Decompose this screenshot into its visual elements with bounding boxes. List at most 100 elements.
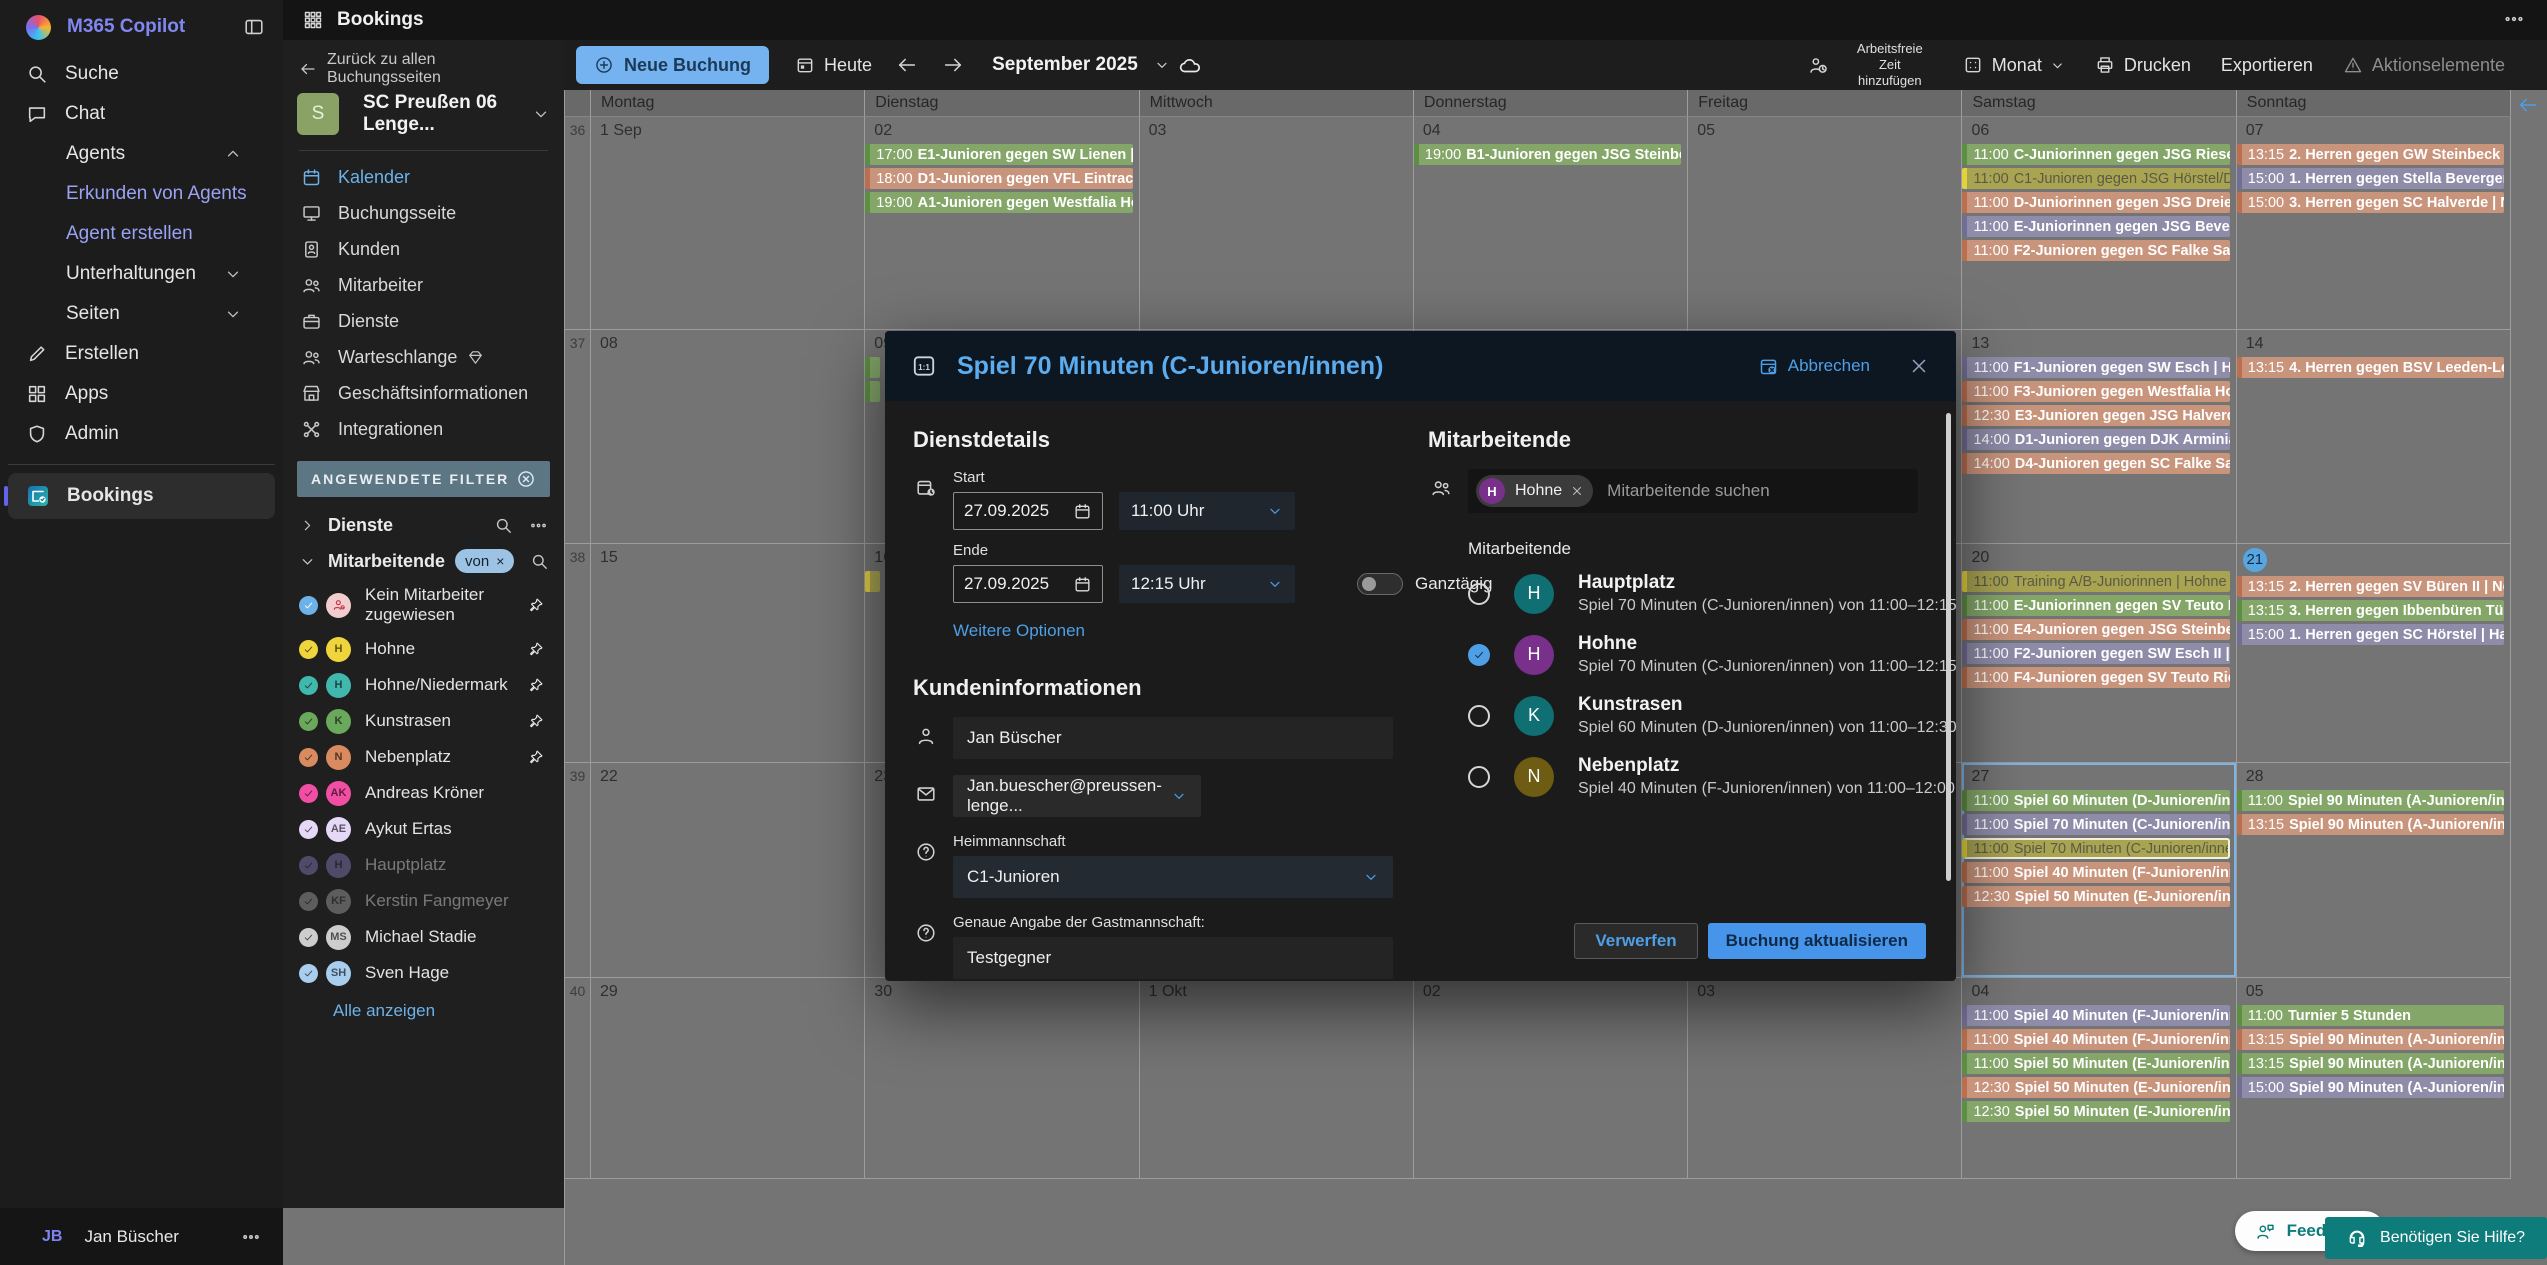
user-bar[interactable]: JB Jan Büscher (0, 1208, 283, 1265)
chevron-down-icon[interactable] (1154, 57, 1170, 73)
panel-nav-dienste[interactable]: Dienste (283, 303, 564, 339)
user-menu-icon[interactable] (241, 1227, 261, 1247)
calendar-event[interactable]: 11:00 Spiel 90 Minuten (A-Junioren/innen … (2236, 790, 2505, 811)
help-button[interactable]: Benötigen Sie Hilfe? (2325, 1217, 2547, 1259)
radio-selected[interactable] (1468, 643, 1490, 666)
staff-filter-item[interactable]: AE Aykut Ertas (283, 811, 564, 847)
calendar-day-cell[interactable]: 28 11:00 Spiel 90 Minuten (A-Junioren/inne… (2236, 763, 2512, 978)
panel-nav-integrationen[interactable]: Integrationen (283, 411, 564, 447)
calendar-event[interactable]: 13:15Spiel 90 Minuten (A-Junioren/innen … (2236, 1053, 2505, 1074)
radio[interactable] (1468, 765, 1490, 788)
calendar-event[interactable]: 11:00E4-Junioren gegen JSG Steinbeck/Uff… (1962, 619, 2230, 640)
check-icon[interactable] (299, 711, 318, 731)
back-link[interactable]: Zurück zu allen Buchungsseiten (283, 51, 564, 86)
staff-filter-item[interactable]: ? Kein Mitarbeiter zugewiesen (283, 579, 564, 631)
check-icon[interactable] (299, 963, 318, 983)
calendar-day-cell[interactable]: 2711:00Spiel 60 Minuten (D-Junioren/inne… (1962, 763, 2237, 978)
show-all-link[interactable]: Alle anzeigen (283, 991, 564, 1021)
calendar-event[interactable]: 15:003. Herren gegen SC Halverde | Neben… (2236, 192, 2505, 213)
staff-filter-item[interactable]: AK Andreas Kröner (283, 775, 564, 811)
customer-email-select[interactable]: Jan.buescher@preussen-lenge... (953, 775, 1201, 817)
sidebar-item-agent-erstellen[interactable]: Agent erstellen (0, 214, 283, 254)
end-date-input[interactable]: 27.09.2025 (953, 565, 1103, 603)
sidebar-item-suche[interactable]: Suche (0, 54, 283, 94)
calendar-event[interactable]: 12:30Spiel 50 Minuten (E-Junioren/innen) (1962, 886, 2230, 907)
calendar-event[interactable]: 18:00D1-Junioren gegen VFL Eintracht Met… (865, 168, 1133, 189)
calendar-day-cell[interactable]: 04 19:00B1-Junioren gegen JSG Steinbeck/U… (1413, 117, 1689, 330)
staff-filter-item[interactable]: H Hauptplatz (283, 847, 564, 883)
search-icon[interactable] (494, 516, 513, 535)
calendar-event[interactable]: 11:00 Turnier 5 Stunden (2236, 1005, 2505, 1026)
panel-toggle-icon[interactable] (243, 16, 265, 38)
calendar-event[interactable]: 12:30E3-Junioren gegen JSG Halverde/Scha… (1962, 405, 2230, 426)
calendar-event[interactable]: 12:30Spiel 50 Minuten (E-Junioren/innen) (1962, 1101, 2230, 1122)
close-icon[interactable] (1908, 355, 1930, 377)
start-time-select[interactable]: 11:00 Uhr (1119, 492, 1295, 530)
pin-icon[interactable] (528, 677, 544, 693)
calendar-event[interactable]: 11:00F4-Junioren gegen SV Teuto Riesenbe… (1962, 667, 2230, 688)
ellipsis-icon[interactable] (529, 516, 548, 535)
calendar-event[interactable]: 12:30Spiel 50 Minuten (E-Junioren/innen) (1962, 1077, 2230, 1098)
chevron-down-icon[interactable] (299, 553, 316, 570)
check-icon[interactable] (299, 927, 318, 947)
pin-icon[interactable] (528, 713, 544, 729)
calendar-day-cell[interactable]: 20 11:00 Training A/B-Juniorinnen | Hohne 1… (1962, 544, 2237, 763)
period-label[interactable]: September 2025 (992, 54, 1138, 76)
pin-icon[interactable] (528, 641, 544, 657)
calendar-event[interactable]: 15:001. Herren gegen Stella Bevergern | … (2236, 168, 2505, 189)
calendar-event[interactable]: 13:15Spiel 90 Minuten (A-Junioren/innen … (2236, 1029, 2505, 1050)
check-icon[interactable] (299, 819, 318, 839)
calendar-event[interactable]: 11:00 Training A/B-Juniorinnen | Hohne (1962, 571, 2230, 592)
calendar-day-cell[interactable]: 14 13:154. Herren gegen BSV Leeden-Ledde … (2236, 330, 2512, 544)
calendar-event[interactable]: 11:00C1-Junioren gegen JSG Hörstel/Dreie… (1962, 168, 2230, 189)
sidebar-item-apps[interactable]: Apps (0, 374, 283, 414)
check-icon[interactable] (299, 783, 318, 803)
panel-nav-kalender[interactable]: Kalender (283, 159, 564, 195)
staff-filter-item[interactable]: N Nebenplatz (283, 739, 564, 775)
pin-icon[interactable] (528, 597, 544, 613)
calendar-event[interactable]: 14:00D4-Junioren gegen SC Falke Saerbeck… (1962, 453, 2230, 474)
radio[interactable] (1468, 582, 1490, 605)
staff-member-row[interactable]: H Hauptplatz Spiel 70 Minuten (C-Junioren/… (1428, 563, 1957, 624)
check-icon[interactable] (299, 855, 318, 875)
sidebar-item-admin[interactable]: Admin (0, 414, 283, 454)
collapse-panel-icon[interactable] (2517, 94, 2539, 116)
calendar-event[interactable]: 19:00B1-Junioren gegen JSG Steinbeck/Uff… (1413, 144, 1682, 165)
staff-filter-item[interactable]: H Hohne/Niedermark (283, 667, 564, 703)
staff-member-row[interactable]: H Hohne Spiel 70 Minuten (C-Junioren/innen… (1428, 624, 1957, 685)
staff-filter-item[interactable]: KF Kerstin Fangmeyer (283, 883, 564, 919)
calendar-day-cell[interactable]: 1 Sep (591, 117, 866, 330)
calendar-day-cell[interactable]: 0411:00Spiel 40 Minuten (F-Junioren/inne… (1962, 978, 2237, 1179)
calendar-event[interactable]: 15:001. Herren gegen SC Hörstel | Hauptp… (2236, 624, 2505, 645)
calendar-day-cell[interactable]: 13 11:00F1-Junioren gegen SW Esch | Haupt… (1962, 330, 2237, 544)
filter-group-dienste[interactable]: Dienste (283, 507, 564, 543)
calendar-event[interactable]: 11:00F1-Junioren gegen SW Esch | Hauptpl… (1962, 357, 2230, 378)
calendar-event[interactable]: 11:00E-Juniorinnen gegen SV Teuto Riesen… (1962, 595, 2230, 616)
waffle-icon[interactable] (303, 10, 323, 30)
all-day-toggle[interactable] (1357, 573, 1403, 595)
calendar-event[interactable]: 15:00Spiel 90 Minuten (A-Junioren/innen … (2236, 1077, 2505, 1098)
staff-filter-badge[interactable]: 11 von 13 × (455, 536, 515, 587)
start-date-input[interactable]: 27.09.2025 (953, 492, 1103, 530)
calendar-day-cell[interactable]: 21 13:152. Herren gegen SV Büren II | Neb… (2236, 544, 2512, 763)
clear-filters-icon[interactable] (516, 469, 536, 489)
staff-filter-item[interactable]: MS Michael Stadie (283, 919, 564, 955)
calendar-event[interactable]: 11:00Spiel 70 Minuten (C-Junioren/innen) (1962, 814, 2230, 835)
calendar-day-cell[interactable]: 02 17:00E1-Junioren gegen SW Lienen | Kun… (865, 117, 1140, 330)
calendar-event[interactable]: 11:00Spiel 60 Minuten (D-Junioren/innen) (1962, 790, 2230, 811)
print-button[interactable]: Drucken (2095, 55, 2191, 76)
check-icon[interactable] (299, 675, 318, 695)
calendar-event[interactable]: 11:00C-Juniorinnen gegen JSG Riesenbeck/… (1962, 144, 2230, 165)
sidebar-item-agents[interactable]: Agents (0, 134, 283, 174)
calendar-event[interactable]: 11:00Spiel 50 Minuten (E-Junioren/innen) (1962, 1053, 2230, 1074)
calendar-event[interactable]: 17:00E1-Junioren gegen SW Lienen | Kunst… (865, 144, 1133, 165)
pin-icon[interactable] (528, 749, 544, 765)
chevron-right-icon[interactable] (299, 517, 316, 534)
calendar-day-cell[interactable]: 03 (1688, 978, 1963, 1179)
sidebar-item-seiten[interactable]: Seiten (0, 294, 283, 334)
calendar-event[interactable]: 13:152. Herren gegen SV Büren II | Neben… (2236, 576, 2505, 597)
staff-chip[interactable]: H Hohne (1476, 475, 1594, 507)
calendar-day-cell[interactable]: 05 11:00 Turnier 5 Stunden 13:15 Spiel 90 Mi… (2236, 978, 2512, 1179)
sidebar-item-chat[interactable]: Chat (0, 94, 283, 134)
discard-button[interactable]: Verwerfen (1574, 923, 1698, 959)
